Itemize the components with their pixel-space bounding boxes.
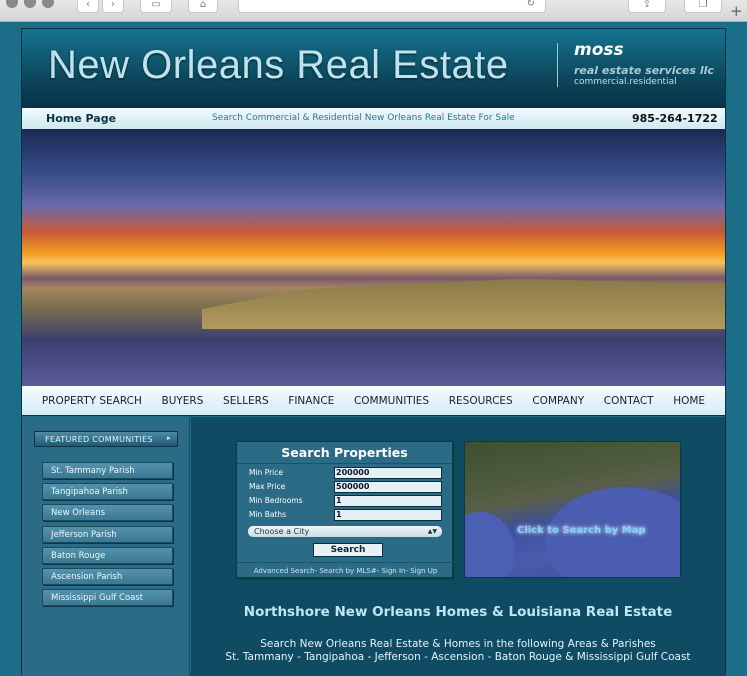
sign-up-link[interactable]: Sign Up	[410, 567, 437, 575]
featured-communities-button[interactable]: FEATURED COMMUNITIES ▸	[34, 431, 178, 447]
reload-icon[interactable]: ↻	[527, 0, 535, 9]
zoom-window-button[interactable]	[42, 0, 54, 8]
community-item[interactable]: Ascension Parish	[42, 568, 173, 585]
city-select[interactable]: Choose a City ▲▼	[248, 526, 442, 537]
map-cta[interactable]: Click to Search by Map	[517, 525, 646, 536]
min-bedrooms-label: Min Bedrooms	[249, 496, 303, 505]
hero-image-sunset-marsh	[22, 129, 725, 386]
minimize-window-button[interactable]	[24, 0, 36, 8]
min-price-label: Min Price	[249, 468, 283, 477]
search-button[interactable]: Search	[313, 543, 383, 557]
marsh-shape	[202, 279, 725, 329]
sidebar: FEATURED COMMUNITIES ▸ St. Tammany Parish…	[22, 417, 190, 676]
brand-tagline: commercial.residential	[574, 77, 677, 87]
content-line-1: Search New Orleans Real Estate & Homes i…	[260, 638, 656, 650]
home-page-link[interactable]: Home Page	[46, 112, 116, 125]
lake-shape	[465, 512, 515, 577]
chevron-right-icon: ▸	[167, 434, 171, 442]
content-heading: Northshore New Orleans Homes & Louisiana…	[243, 604, 673, 620]
updown-icon: ▲▼	[427, 528, 437, 535]
nav-sellers[interactable]: SELLERS	[223, 395, 269, 407]
featured-heading: FEATURED COMMUNITIES	[45, 435, 153, 444]
city-select-value: Choose a City	[254, 527, 310, 536]
share-icon[interactable]: ⇪	[628, 0, 666, 13]
site-title[interactable]: New Orleans Real Estate	[48, 43, 509, 88]
max-price-input[interactable]: 500000	[334, 481, 442, 493]
main-nav: PROPERTY SEARCH BUYERS SELLERS FINANCE C…	[22, 386, 725, 416]
community-item[interactable]: New Orleans	[42, 504, 173, 521]
nav-communities[interactable]: COMMUNITIES	[354, 395, 429, 407]
nav-finance[interactable]: FINANCE	[288, 395, 334, 407]
phone-number: 985-264-1722	[632, 112, 718, 125]
community-item[interactable]: St. Tammany Parish	[42, 462, 173, 479]
address-bar[interactable]: ↻	[238, 0, 546, 13]
min-bedrooms-input[interactable]: 1	[334, 495, 442, 507]
content-line-2: St. Tammany - Tangipahoa - Jefferson - A…	[225, 651, 691, 663]
search-properties-panel: Search Properties Min Price 200000 Max P…	[236, 441, 454, 578]
min-price-input[interactable]: 200000	[334, 467, 442, 479]
brand-subtitle: real estate services llc	[574, 64, 714, 77]
min-baths-label: Min Baths	[249, 510, 287, 519]
browser-toolbar: ‹ › ▭ ⌂ ↻ ⇪ ❐ +	[0, 0, 747, 22]
mls-search-link[interactable]: Search by MLS#	[319, 567, 376, 575]
new-tab-button[interactable]: +	[730, 2, 743, 20]
tagline: Search Commercial & Residential New Orle…	[212, 113, 515, 123]
nav-resources[interactable]: RESOURCES	[449, 395, 513, 407]
max-price-label: Max Price	[249, 482, 286, 491]
nav-property-search[interactable]: PROPERTY SEARCH	[42, 395, 142, 407]
min-baths-input[interactable]: 1	[334, 509, 442, 521]
main-content: Search Properties Min Price 200000 Max P…	[191, 417, 725, 676]
nav-contact[interactable]: CONTACT	[604, 395, 654, 407]
search-title: Search Properties	[237, 445, 452, 464]
sub-bar: Home Page Search Commercial & Residentia…	[22, 108, 725, 129]
divider	[557, 43, 558, 87]
nav-home[interactable]: HOME	[673, 395, 705, 407]
advanced-search-link[interactable]: Advanced Search	[254, 567, 315, 575]
back-icon[interactable]: ‹	[77, 0, 99, 13]
home-icon[interactable]: ⌂	[188, 0, 218, 13]
close-window-button[interactable]	[6, 0, 18, 8]
search-by-map-image[interactable]: Click to Search by Map	[464, 441, 681, 578]
sidebar-icon[interactable]: ▭	[140, 0, 172, 13]
brand-name: moss	[574, 40, 624, 60]
page-container: New Orleans Real Estate moss real estate…	[21, 28, 726, 676]
community-item[interactable]: Jefferson Parish	[42, 526, 173, 543]
nav-company[interactable]: COMPANY	[532, 395, 584, 407]
community-item[interactable]: Mississippi Gulf Coast	[42, 589, 173, 606]
site-header: New Orleans Real Estate moss real estate…	[22, 29, 725, 108]
community-item[interactable]: Baton Rouge	[42, 547, 173, 564]
forward-icon[interactable]: ›	[102, 0, 124, 13]
community-item[interactable]: Tangipahoa Parish	[42, 483, 173, 500]
nav-buyers[interactable]: BUYERS	[162, 395, 204, 407]
tabs-icon[interactable]: ❐	[684, 0, 722, 13]
search-links: Advanced Search- Search by MLS#- Sign In…	[237, 562, 454, 575]
sign-in-link[interactable]: Sign In	[381, 567, 405, 575]
